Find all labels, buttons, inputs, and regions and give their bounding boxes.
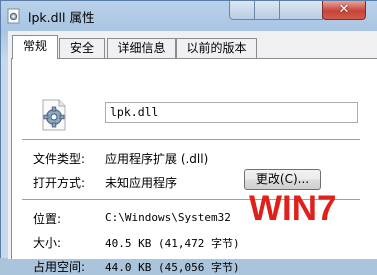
file-name-value: lpk.dll (110, 105, 159, 119)
location-value: C:\Windows\System32 (105, 211, 231, 224)
size-on-disk-value: 44.0 KB (45,056 字节) (105, 261, 240, 274)
size-on-disk-label: 占用空间: (33, 260, 86, 274)
size-label: 大小: (33, 236, 62, 250)
tab-previous-versions[interactable]: 以前的版本 (176, 38, 257, 58)
properties-window: lpk.dll 属性 ✕ 常规 安全 详细信息 以前的版本 lpk.dll 文件… (0, 0, 377, 274)
tab-security[interactable]: 安全 (59, 38, 105, 58)
maximize-button[interactable] (254, 1, 280, 20)
help-button[interactable] (279, 1, 323, 20)
window-title: lpk.dll 属性 (28, 10, 95, 25)
tab-label: 安全 (69, 41, 94, 55)
tab-label: 详细信息 (117, 41, 166, 55)
open-with-value: 未知应用程序 (105, 176, 178, 190)
win7-watermark: WIN7 (249, 189, 337, 228)
minimize-button[interactable] (229, 1, 255, 20)
close-button[interactable]: ✕ (322, 1, 366, 20)
divider (22, 139, 360, 141)
tab-details[interactable]: 详细信息 (107, 38, 176, 58)
change-button[interactable]: 更改(C)... (244, 169, 321, 190)
title-bar[interactable]: lpk.dll 属性 ✕ (1, 1, 377, 31)
close-icon: ✕ (338, 2, 350, 17)
change-button-label: 更改(C)... (255, 172, 310, 186)
location-label: 位置: (33, 212, 62, 226)
file-type-value: 应用程序扩展 (.dll) (105, 152, 209, 166)
gear-file-icon (42, 99, 66, 131)
dll-file-icon (7, 8, 20, 24)
size-value: 40.5 KB (41,472 字节) (105, 237, 240, 250)
tab-label: 常规 (22, 39, 47, 53)
file-name-field[interactable]: lpk.dll (105, 102, 358, 123)
file-type-label: 文件类型: (33, 152, 86, 166)
tab-label: 以前的版本 (186, 41, 247, 55)
tab-general[interactable]: 常规 (12, 35, 58, 59)
open-with-label: 打开方式: (33, 176, 86, 190)
